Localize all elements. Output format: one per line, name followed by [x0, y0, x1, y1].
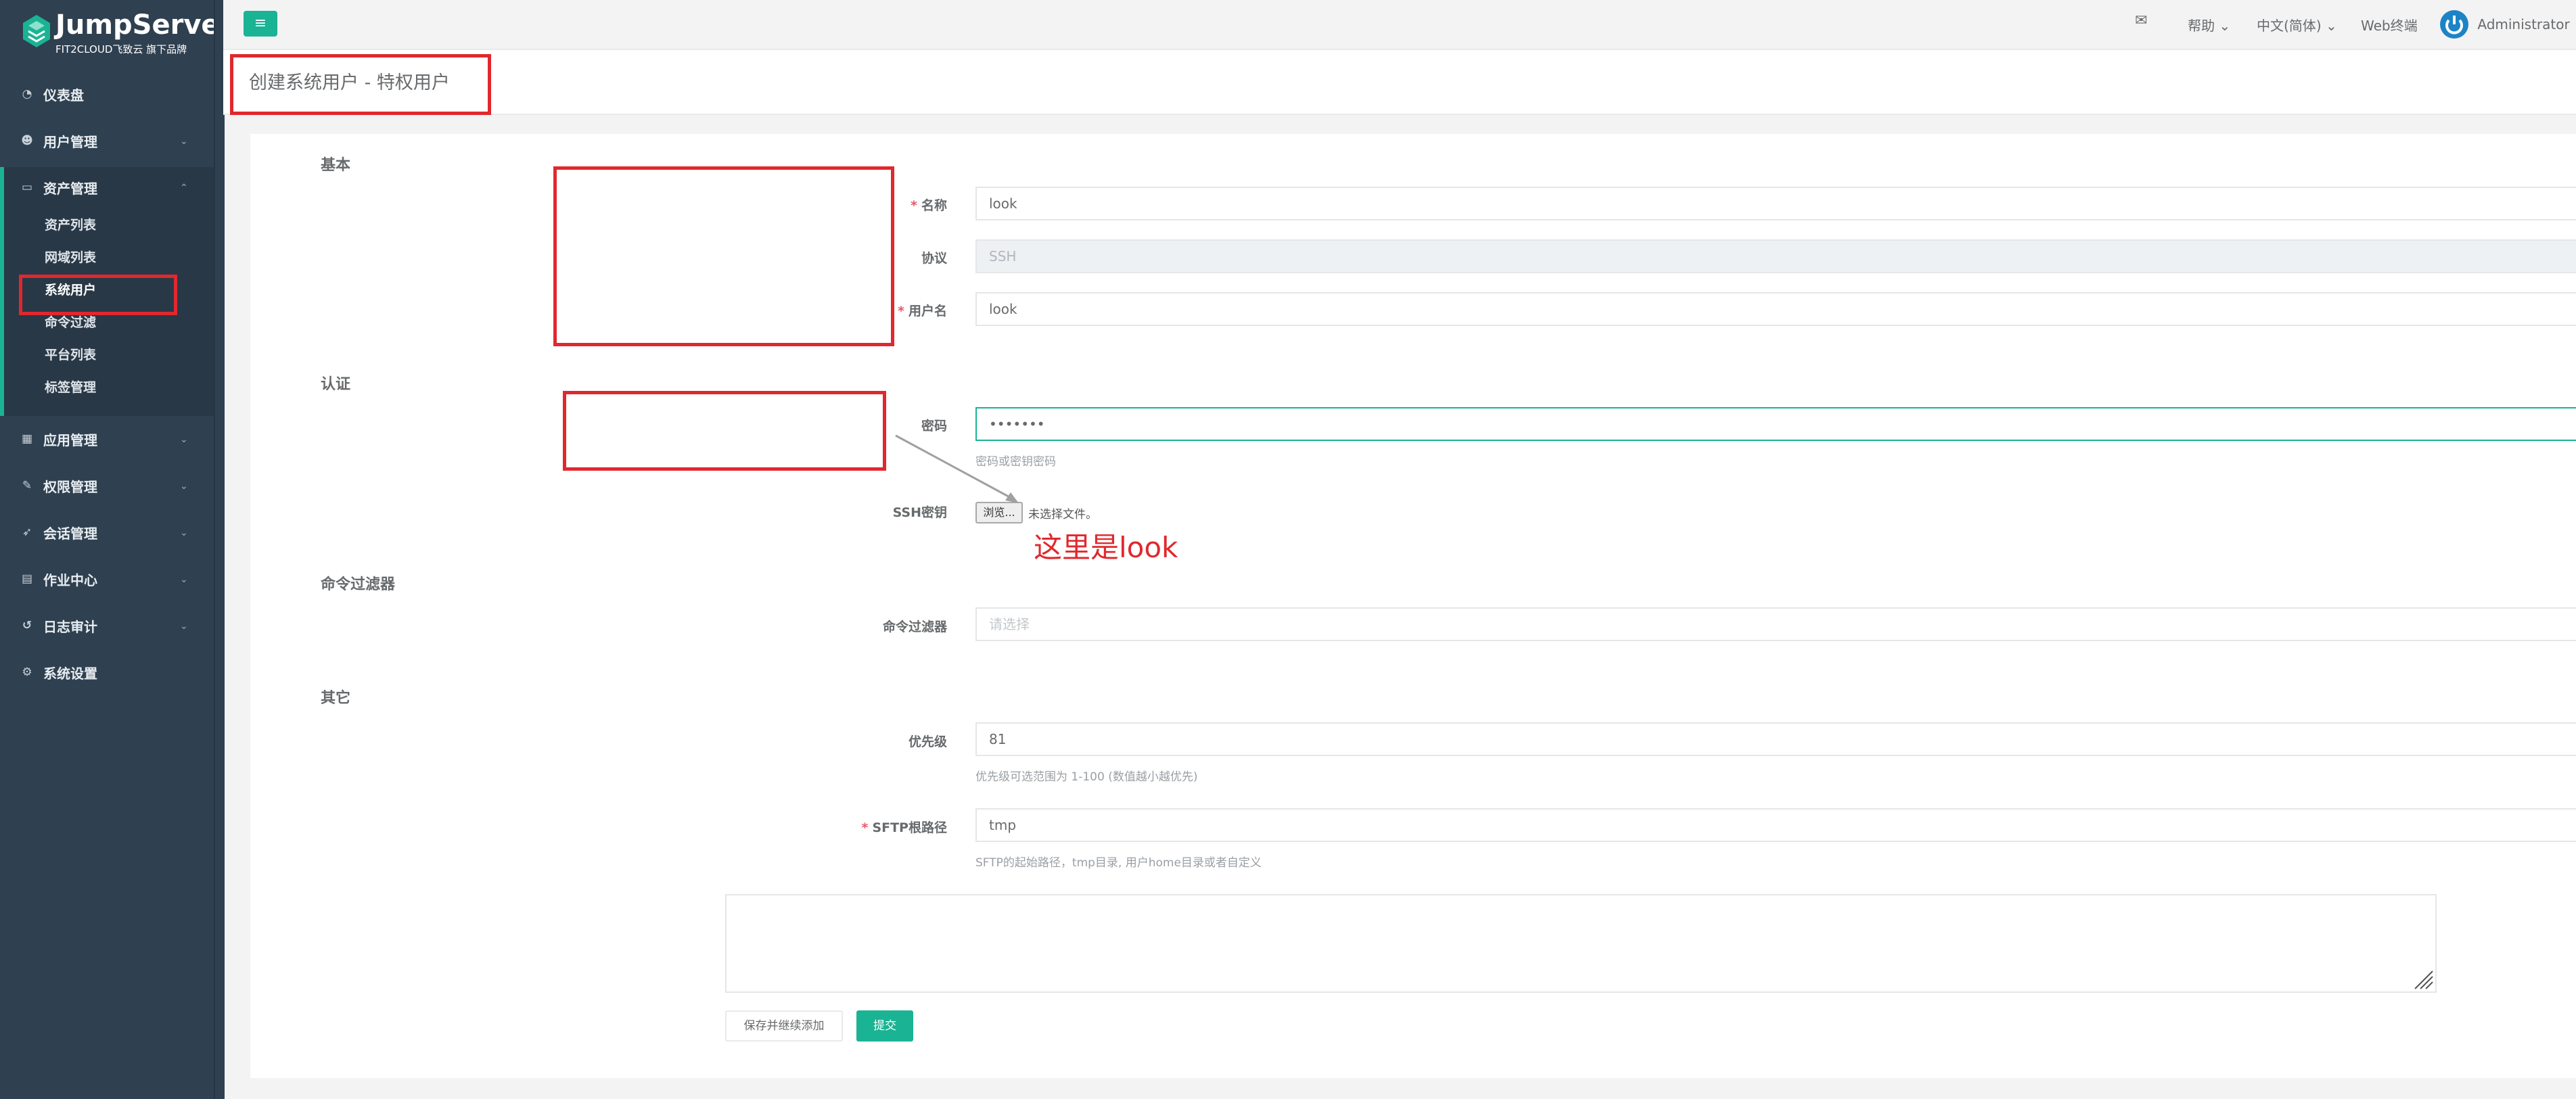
name-label-text: 名称: [921, 198, 947, 213]
sidebar: JumpServer FIT2CLOUD飞致云 旗下品牌 ◔ 仪表盘 ☻ 用户管…: [0, 0, 233, 1099]
sidebar-item-dashboard[interactable]: ◔ 仪表盘: [0, 74, 214, 114]
web-terminal-link[interactable]: Web终端: [2361, 15, 2418, 34]
sftp-root-input[interactable]: tmp: [975, 808, 2576, 842]
chevron-down-icon: ⌄: [180, 528, 188, 538]
sidebar-item-users[interactable]: ☻ 用户管理 ⌄: [0, 121, 214, 160]
required-mark: *: [898, 304, 904, 319]
chevron-up-icon: ⌃: [180, 183, 188, 193]
comment-textarea[interactable]: [725, 894, 2437, 993]
sidebar-item-jobs[interactable]: ▤ 作业中心 ⌄: [0, 559, 214, 599]
username-input[interactable]: look: [975, 292, 2576, 326]
annotation-arrow-icon: [895, 434, 1019, 503]
section-command-filter: 命令过滤器: [321, 576, 396, 593]
jumpserver-logo-icon: [23, 15, 50, 47]
required-mark: *: [861, 820, 869, 835]
username-label-text: 用户名: [908, 304, 947, 319]
top-navbar: ≡ ✉ 帮助 ⌄ 中文(简体) ⌄ Web终端 Administrator ⌄: [223, 0, 2576, 50]
required-mark: *: [911, 198, 917, 213]
chevron-down-icon: ⌄: [180, 621, 188, 632]
mail-icon[interactable]: ✉: [2135, 12, 2147, 29]
rocket-icon: ➶: [22, 525, 32, 539]
sidebar-subitem-command-filter[interactable]: 命令过滤: [45, 312, 96, 331]
sidebar-item-label: 资产管理: [43, 180, 97, 197]
language-menu[interactable]: 中文(简体) ⌄: [2257, 15, 2337, 34]
chevron-down-icon: ⌄: [180, 574, 188, 585]
sidebar-subitem-platform-list[interactable]: 平台列表: [45, 345, 96, 363]
brand-logo[interactable]: JumpServer FIT2CLOUD飞致云 旗下品牌: [18, 9, 233, 57]
sidebar-item-label: 作业中心: [43, 571, 97, 588]
annotation-box-basic-fields: [553, 166, 894, 346]
avatar-power-icon: [2440, 10, 2468, 39]
chevron-down-icon: ⌄: [180, 481, 188, 492]
chevron-down-icon: ⌄: [180, 434, 188, 445]
sidebar-item-label: 会话管理: [43, 525, 97, 542]
annotation-box-password: [563, 391, 886, 471]
sidebar-item-permissions[interactable]: ✎ 权限管理 ⌄: [0, 466, 214, 505]
protocol-value: SSH: [989, 248, 1017, 264]
cmd-filter-select[interactable]: 请选择 ⌄: [975, 607, 2576, 641]
cmd-filter-placeholder: 请选择: [989, 616, 1030, 632]
history-icon: ↺: [22, 619, 32, 632]
protocol-select[interactable]: SSH ⌄: [975, 239, 2576, 273]
grid-icon: ▦: [21, 432, 33, 446]
section-basic: 基本: [321, 157, 351, 174]
priority-label: 优先级: [908, 734, 947, 749]
language-label: 中文(简体): [2257, 18, 2322, 34]
ssh-key-file-status: 未选择文件。: [1028, 508, 1097, 521]
chevron-down-icon: ⌄: [180, 136, 188, 147]
priority-input[interactable]: 81: [975, 722, 2576, 756]
edit-icon: ✎: [22, 479, 32, 492]
section-auth: 认证: [321, 376, 351, 393]
sidebar-item-label: 系统设置: [43, 665, 97, 682]
submit-button[interactable]: 提交: [856, 1010, 913, 1042]
users-icon: ☻: [21, 134, 33, 147]
sidebar-item-label: 仪表盘: [43, 87, 84, 103]
name-input[interactable]: look: [975, 187, 2576, 220]
resize-handle-icon[interactable]: [2411, 967, 2434, 990]
terminal-icon: ▤: [21, 572, 33, 586]
annotation-text: 这里是look: [1034, 531, 1178, 564]
sidebar-item-audits[interactable]: ↺ 日志审计 ⌄: [0, 606, 214, 645]
sidebar-item-settings[interactable]: ⚙ 系统设置: [0, 653, 214, 692]
inbox-icon: ▭: [21, 181, 33, 194]
sftp-root-help: SFTP的起始路径，tmp目录, 用户home目录或者自定义: [975, 856, 1262, 870]
user-menu[interactable]: Administrator ⌄: [2439, 9, 2576, 39]
password-input[interactable]: •••••••: [975, 407, 2576, 441]
save-and-continue-button[interactable]: 保存并继续添加: [725, 1010, 843, 1042]
sftp-root-label: * SFTP根路径: [717, 818, 948, 836]
sidebar-subitem-label-management[interactable]: 标签管理: [45, 377, 96, 396]
sidebar-item-applications[interactable]: ▦ 应用管理 ⌄: [0, 419, 214, 459]
sidebar-item-label: 用户管理: [43, 133, 97, 150]
dashboard-icon: ◔: [22, 87, 32, 101]
brand-subtitle: FIT2CLOUD飞致云 旗下品牌: [55, 43, 187, 55]
cmd-filter-label: 命令过滤器: [882, 619, 947, 634]
page-header: 创建系统用户 - 特权用户: [223, 50, 2576, 115]
sidebar-item-sessions[interactable]: ➶ 会话管理 ⌄: [0, 513, 214, 552]
priority-help: 优先级可选范围为 1-100 (数值越小越优先): [975, 770, 1198, 784]
annotation-box-system-users: [19, 275, 177, 315]
help-menu[interactable]: 帮助 ⌄: [2188, 15, 2230, 34]
sidebar-item-label: 应用管理: [43, 431, 97, 448]
sidebar-edge: [214, 0, 225, 1099]
chevron-down-icon: ⌄: [2325, 18, 2337, 34]
menu-toggle-button[interactable]: ≡: [244, 11, 277, 37]
user-name: Administrator: [2477, 16, 2570, 32]
sidebar-subitem-domain-list[interactable]: 网域列表: [45, 248, 96, 266]
annotation-box-title: [230, 54, 491, 115]
brand-title: JumpServer: [55, 9, 233, 41]
sidebar-subitem-asset-list[interactable]: 资产列表: [45, 215, 96, 233]
section-other: 其它: [321, 690, 351, 707]
sftp-root-label-text: SFTP根路径: [872, 820, 947, 835]
sidebar-item-label: 日志审计: [43, 618, 97, 635]
help-label: 帮助: [2188, 18, 2215, 34]
chevron-down-icon: ⌄: [2219, 18, 2231, 34]
sidebar-item-label: 权限管理: [43, 478, 97, 495]
gears-icon: ⚙: [22, 665, 32, 679]
sidebar-item-assets[interactable]: ▭ 资产管理 ⌃: [0, 168, 214, 207]
